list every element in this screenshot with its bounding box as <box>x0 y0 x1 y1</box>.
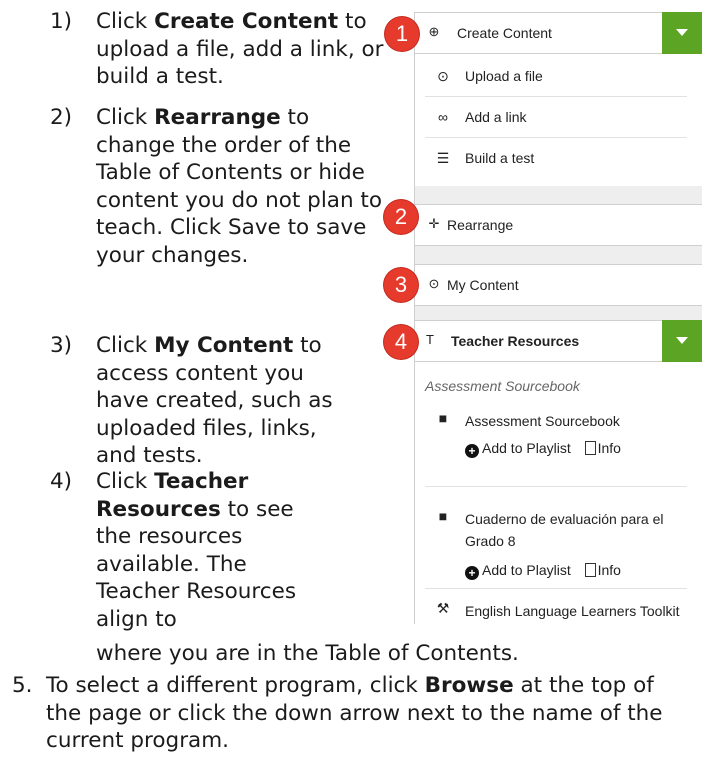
info-button[interactable]: Info <box>584 562 621 578</box>
content-panel: ⊕ Create Content ⊙ Upload a file ∞ Add a… <box>414 12 702 624</box>
create-content-dropdown[interactable] <box>662 12 702 54</box>
add-to-playlist-button[interactable]: + Add to Playlist <box>465 440 571 458</box>
step-text: Click Teacher Resources to see the resou… <box>96 468 326 633</box>
my-content-button[interactable]: ⊙ My Content <box>414 264 702 306</box>
step-text: Click My Content to access content you h… <box>96 332 346 470</box>
step-keyword: Create Content <box>154 9 339 34</box>
create-content-button[interactable]: ⊕ Create Content <box>414 12 702 54</box>
add-to-playlist-label: Add to Playlist <box>482 440 571 456</box>
teacher-resources-dropdown[interactable] <box>662 320 702 362</box>
chevron-down-icon <box>676 337 688 344</box>
document-icon <box>584 563 596 577</box>
chevron-down-icon <box>676 29 688 36</box>
tools-icon: ⚒ <box>436 600 450 616</box>
callout-badge-2: 2 <box>384 200 418 234</box>
step-number: 2) <box>50 105 73 130</box>
create-content-label: Create Content <box>457 25 552 41</box>
move-icon: ✛ <box>428 216 440 231</box>
plus-icon: + <box>465 444 479 458</box>
info-label: Info <box>597 562 621 578</box>
step-text: Click Create Content to upload a file, a… <box>96 8 396 91</box>
menu-item-label: Add a link <box>465 109 527 125</box>
teacher-resources-menu: Assessment Sourcebook ■ Assessment Sourc… <box>414 362 702 624</box>
step-text-pre: To select a different program, click <box>46 673 425 698</box>
menu-item-build-test[interactable]: ☰ Build a test <box>425 138 687 178</box>
step-text-pre: Click <box>96 105 155 130</box>
plus-circle-icon: ⊕ <box>428 24 440 39</box>
upload-icon: ⊙ <box>437 68 449 84</box>
rearrange-button[interactable]: ✛ Rearrange <box>414 204 702 246</box>
add-to-playlist-button[interactable]: + Add to Playlist <box>465 562 571 580</box>
step-text: Click Rearrange to change the order of t… <box>96 104 386 269</box>
step-text-pre: Click <box>96 9 155 34</box>
create-content-menu: ⊙ Upload a file ∞ Add a link ☰ Build a t… <box>414 54 702 186</box>
my-content-label: My Content <box>447 277 519 293</box>
resource-actions: + Add to Playlist Info <box>465 440 631 458</box>
resource-item[interactable]: ⚒ English Language Learners Toolkit <box>425 600 687 624</box>
callout-badge-4: 4 <box>384 325 418 359</box>
resource-title: English Language Learners Toolkit <box>465 603 680 619</box>
step-text-pre: Click <box>96 469 155 494</box>
step-text: To select a different program, click Bro… <box>46 672 686 755</box>
step-number: 5. <box>12 673 33 698</box>
step-keyword: My Content <box>154 333 294 358</box>
step-4-continuation: where you are in the Table of Contents. <box>96 641 519 666</box>
resource-actions: + Add to Playlist Info <box>465 562 631 580</box>
menu-item-upload[interactable]: ⊙ Upload a file <box>425 56 687 97</box>
teacher-resources-label: Teacher Resources <box>451 333 580 349</box>
menu-item-add-link[interactable]: ∞ Add a link <box>425 97 687 138</box>
callout-badge-3: 3 <box>384 268 418 302</box>
list-icon: ☰ <box>436 150 450 166</box>
step-number: 3) <box>50 333 73 358</box>
text-icon: T <box>426 332 434 347</box>
section-title: Assessment Sourcebook <box>425 378 580 394</box>
resource-item: ■ Cuaderno de evaluación para el Grado 8… <box>425 508 687 589</box>
menu-item-label: Upload a file <box>465 68 543 84</box>
divider <box>414 186 702 204</box>
menu-item-label: Build a test <box>465 150 535 166</box>
lock-icon: ■ <box>438 410 448 426</box>
divider <box>414 246 702 264</box>
resource-title: Assessment Sourcebook <box>465 413 620 429</box>
step-keyword: Rearrange <box>154 105 281 130</box>
lock-icon: ■ <box>438 508 448 524</box>
step-keyword: Browse <box>424 673 514 698</box>
rearrange-label: Rearrange <box>447 217 514 233</box>
step-text-pre: Click <box>96 333 155 358</box>
callout-badge-1: 1 <box>385 17 419 51</box>
step-number: 1) <box>50 9 73 34</box>
add-to-playlist-label: Add to Playlist <box>482 562 571 578</box>
link-icon: ∞ <box>438 109 448 125</box>
upload-circle-icon: ⊙ <box>428 276 440 291</box>
info-button[interactable]: Info <box>584 440 621 456</box>
step-number: 4) <box>50 469 73 494</box>
teacher-resources-button[interactable]: T Teacher Resources <box>414 320 702 362</box>
document-icon <box>584 441 596 455</box>
info-label: Info <box>597 440 621 456</box>
divider <box>414 306 702 320</box>
plus-icon: + <box>465 566 479 580</box>
resource-item: ■ Assessment Sourcebook + Add to Playlist… <box>425 410 687 487</box>
resource-title: Cuaderno de evaluación para el Grado 8 <box>465 511 664 549</box>
